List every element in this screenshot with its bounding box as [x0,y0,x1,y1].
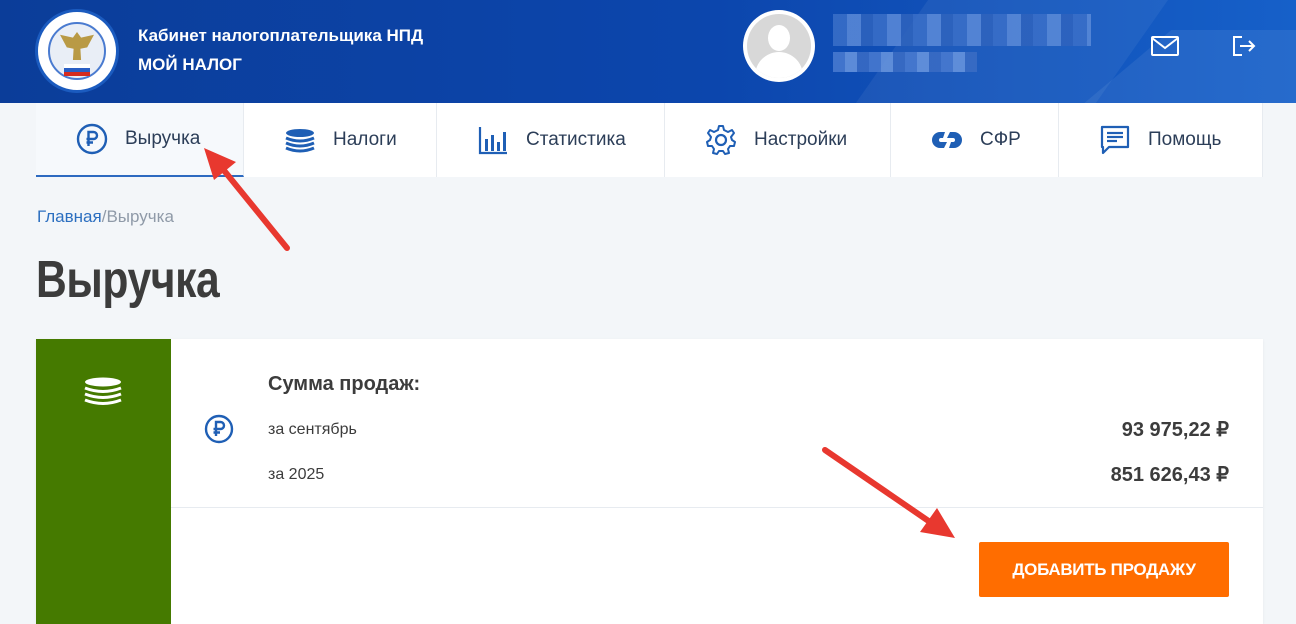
redacted-name-line [833,14,1091,46]
nav-label: Выручка [125,128,201,149]
sales-summary-card: Сумма продаж: за сентябрь 93 975,22 ₽ за… [36,339,1263,624]
avatar-placeholder-icon [747,14,811,78]
sfr-logo-icon [931,124,963,156]
app-header: Кабинет налогоплательщика НПД МОЙ НАЛОГ [0,0,1296,103]
page-title: Выручка [36,251,220,309]
help-chat-icon [1099,124,1131,156]
redacted-id-line [833,52,977,72]
app-subtitle: МОЙ НАЛОГ [138,55,242,74]
coins-stack-icon [284,124,316,156]
sales-year-value: 851 626,43 ₽ [1110,464,1229,486]
nav-item-sfr[interactable]: СФР [891,103,1059,177]
mail-icon[interactable] [1150,33,1180,59]
nav-label: Статистика [526,129,626,150]
nav-item-revenue[interactable]: Выручка [36,103,244,177]
sales-period-value: 93 975,22 ₽ [1121,419,1229,441]
nav-item-taxes[interactable]: Налоги [244,103,437,177]
nav-label: СФР [980,129,1021,150]
nav-label: Настройки [754,129,848,150]
breadcrumb-home-link[interactable]: Главная [37,207,102,226]
ruble-circle-icon [204,414,234,444]
sales-year-label: за 2025 [268,466,325,483]
user-name-redacted [833,14,1091,72]
card-divider [171,507,1263,508]
fns-emblem-logo[interactable] [35,9,119,93]
nav-item-statistics[interactable]: Статистика [437,103,665,177]
nav-label: Помощь [1148,129,1222,150]
annotation-arrow-line [219,165,290,251]
app-title: Кабинет налогоплательщика НПД [138,26,424,45]
avatar-body [755,52,803,78]
nav-item-help[interactable]: Помощь [1059,103,1263,177]
sales-period-label: за сентябрь [268,421,357,438]
avatar-head [768,25,790,51]
gear-icon [705,124,737,156]
nav-item-settings[interactable]: Настройки [665,103,891,177]
flag-icon [64,64,90,76]
ruble-circle-icon [76,123,108,155]
sales-sum-title: Сумма продаж: [268,373,421,395]
main-nav: Выручка Налоги Статистика Настройки СФР … [36,103,1263,177]
bar-chart-icon [477,124,509,156]
coins-stack-icon [84,377,122,405]
nav-label: Налоги [333,129,397,150]
breadcrumb: Главная/Выручка [37,207,174,227]
card-side-panel [36,339,171,624]
app-brand: Кабинет налогоплательщика НПД МОЙ НАЛОГ [138,21,423,79]
breadcrumb-current: Выручка [106,207,174,226]
logout-icon[interactable] [1230,33,1260,59]
add-sale-button[interactable]: ДОБАВИТЬ ПРОДАЖУ [979,542,1229,597]
avatar[interactable] [743,10,815,82]
